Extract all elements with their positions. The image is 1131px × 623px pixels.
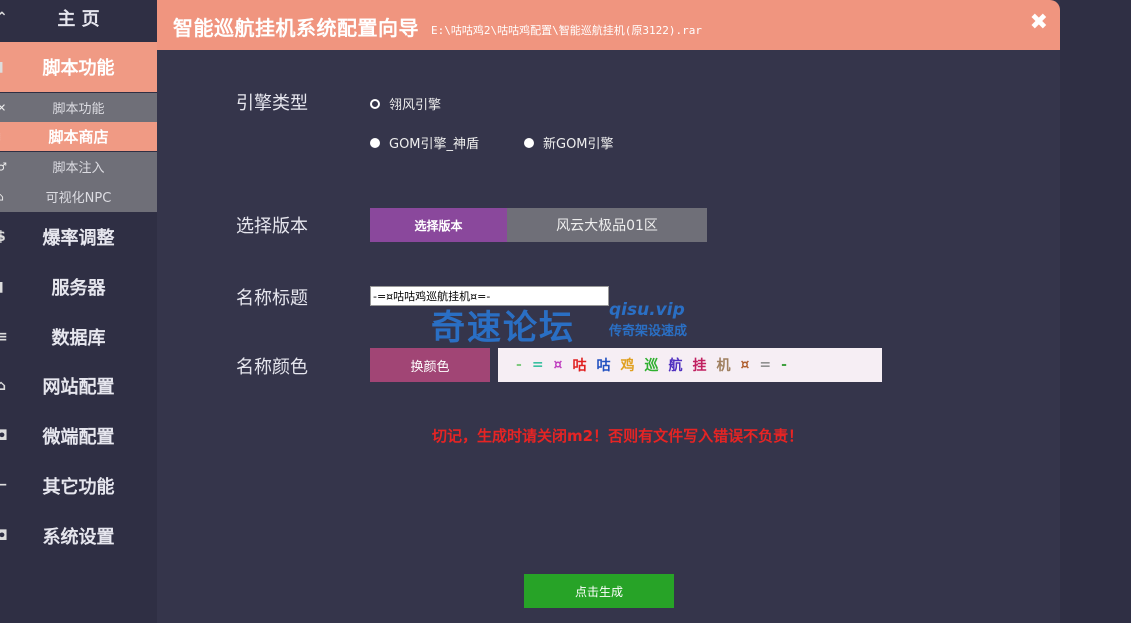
generate-button[interactable]: 点击生成 (524, 574, 674, 608)
sidebar-item-script[interactable]: ▮ 脚本功能 (0, 42, 157, 92)
color-preview-char: = (759, 357, 772, 373)
config-wizard-dialog: 智能巡航挂机系统配置向导 E:\咕咕鸡2\咕咕鸡配置\智能巡航挂机(原3122)… (157, 0, 1060, 623)
sidebar-item-label: 主 页 (57, 9, 100, 30)
sidebar-item-drop-rate[interactable]: $ 爆率调整 (0, 212, 157, 262)
microclient-icon: ◘ (0, 428, 8, 444)
radio-selected-icon (370, 98, 380, 109)
rate-icon: $ (0, 229, 6, 245)
dialog-file-path: E:\咕咕鸡2\咕咕鸡配置\智能巡航挂机(原3122).rar (431, 24, 702, 37)
sidebar-item-website[interactable]: ⌂ 网站配置 (0, 361, 157, 411)
sidebar-item-label: 其它功能 (42, 477, 115, 498)
sidebar-item-label: 微端配置 (42, 427, 115, 448)
sidebar-subitem-label: 脚本商店 (48, 128, 109, 146)
color-preview-char: - (516, 357, 522, 373)
color-preview-char: 咕 (596, 358, 611, 374)
color-preview-char: 挂 (692, 358, 707, 374)
version-label: 选择版本 (236, 216, 308, 237)
sidebar-subitem-label: 脚本注入 (52, 161, 105, 176)
name-title-label: 名称标题 (236, 288, 308, 309)
engine-type-label: 引擎类型 (236, 93, 308, 114)
sidebar-item-other[interactable]: ⌐ 其它功能 (0, 461, 157, 511)
color-preview-char: = (531, 357, 544, 373)
sidebar-subitem-script-inject[interactable]: ♂ 脚本注入 (0, 152, 157, 181)
watermark: 奇速论坛 qisu.vip 传奇架设速成 (431, 300, 731, 348)
sidebar: ⌃ 主 页 ▮ 脚本功能 ✕ 脚本功能 ⁞ 脚本商店 ♂ 脚本注入 ⌂ 可视化N… (0, 0, 157, 623)
engine-radio-lingfeng[interactable]: 翎风引擎 (370, 94, 441, 113)
color-preview-char: ¤ (740, 357, 750, 373)
name-color-preview: - = ¤ 咕咕鸡巡航挂机 ¤ = - (498, 348, 882, 382)
color-preview-char: 咕 (572, 358, 587, 374)
sidebar-item-home[interactable]: ⌃ 主 页 (0, 0, 157, 36)
npc-icon: ⌂ (0, 190, 4, 203)
sidebar-subitem-visual-npc[interactable]: ⌂ 可视化NPC (0, 181, 157, 212)
dialog-titlebar: 智能巡航挂机系统配置向导 E:\咕咕鸡2\咕咕鸡配置\智能巡航挂机(原3122)… (157, 0, 1060, 50)
shop-icon: ⁞ (0, 130, 1, 143)
watermark-site: qisu.vip (609, 300, 685, 320)
color-preview-char: 机 (716, 358, 731, 374)
sidebar-item-label: 脚本功能 (42, 58, 115, 79)
inject-icon: ♂ (0, 160, 7, 173)
sidebar-item-label: 系统设置 (42, 527, 115, 548)
name-color-label: 名称颜色 (236, 357, 308, 378)
color-preview-char: 巡 (644, 358, 659, 374)
watermark-sub: 传奇架设速成 (609, 324, 688, 339)
sidebar-item-server[interactable]: ▮ 服务器 (0, 262, 157, 312)
engine-radio-gom-shendun[interactable]: GOM引擎_神盾 (370, 133, 479, 152)
color-preview-char: - (781, 357, 787, 373)
website-icon: ⌂ (0, 378, 7, 394)
home-icon: ⌃ (0, 10, 8, 26)
radio-icon (370, 137, 380, 148)
sidebar-item-label: 服务器 (51, 278, 106, 299)
radio-label: 翎风引擎 (389, 98, 442, 113)
color-preview-char: ¤ (553, 357, 563, 373)
sidebar-subitem-label: 可视化NPC (45, 191, 112, 206)
sidebar-subitem-label: 脚本功能 (52, 102, 105, 117)
close-icon: ✕ (0, 101, 7, 114)
version-value: 风云大极品01区 (507, 208, 707, 242)
dialog-title: 智能巡航挂机系统配置向导 (173, 16, 419, 40)
color-preview-char: 航 (668, 358, 683, 374)
watermark-main: 奇速论坛 (431, 308, 575, 348)
radio-label: 新GOM引擎 (543, 137, 614, 152)
sidebar-subitem-script-function[interactable]: ✕ 脚本功能 (0, 93, 157, 122)
radio-label: GOM引擎_神盾 (389, 137, 480, 152)
database-icon: ≡ (0, 329, 8, 345)
sidebar-item-label: 爆率调整 (42, 228, 115, 249)
close-icon[interactable]: ✖ (1030, 10, 1048, 35)
select-version-button[interactable]: 选择版本 (370, 208, 507, 242)
change-color-button[interactable]: 换颜色 (370, 348, 490, 382)
radio-icon (524, 137, 534, 148)
sidebar-item-database[interactable]: ≡ 数据库 (0, 312, 157, 362)
color-preview-char: 鸡 (620, 358, 635, 374)
sidebar-subitem-script-shop[interactable]: ⁞ 脚本商店 (0, 122, 157, 151)
engine-radio-new-gom[interactable]: 新GOM引擎 (524, 133, 614, 152)
sidebar-item-label: 网站配置 (42, 377, 115, 398)
server-icon: ▮ (0, 279, 4, 295)
warning-text: 切记，生成时请关闭m2！否则有文件写入错误不负责！ (432, 427, 804, 445)
sidebar-item-label: 数据库 (51, 328, 106, 349)
script-icon: ▮ (0, 59, 4, 75)
settings-icon: ◘ (0, 528, 8, 544)
other-icon: ⌐ (0, 478, 8, 494)
sidebar-item-settings[interactable]: ◘ 系统设置 (0, 511, 157, 561)
sidebar-item-microclient[interactable]: ◘ 微端配置 (0, 411, 157, 461)
